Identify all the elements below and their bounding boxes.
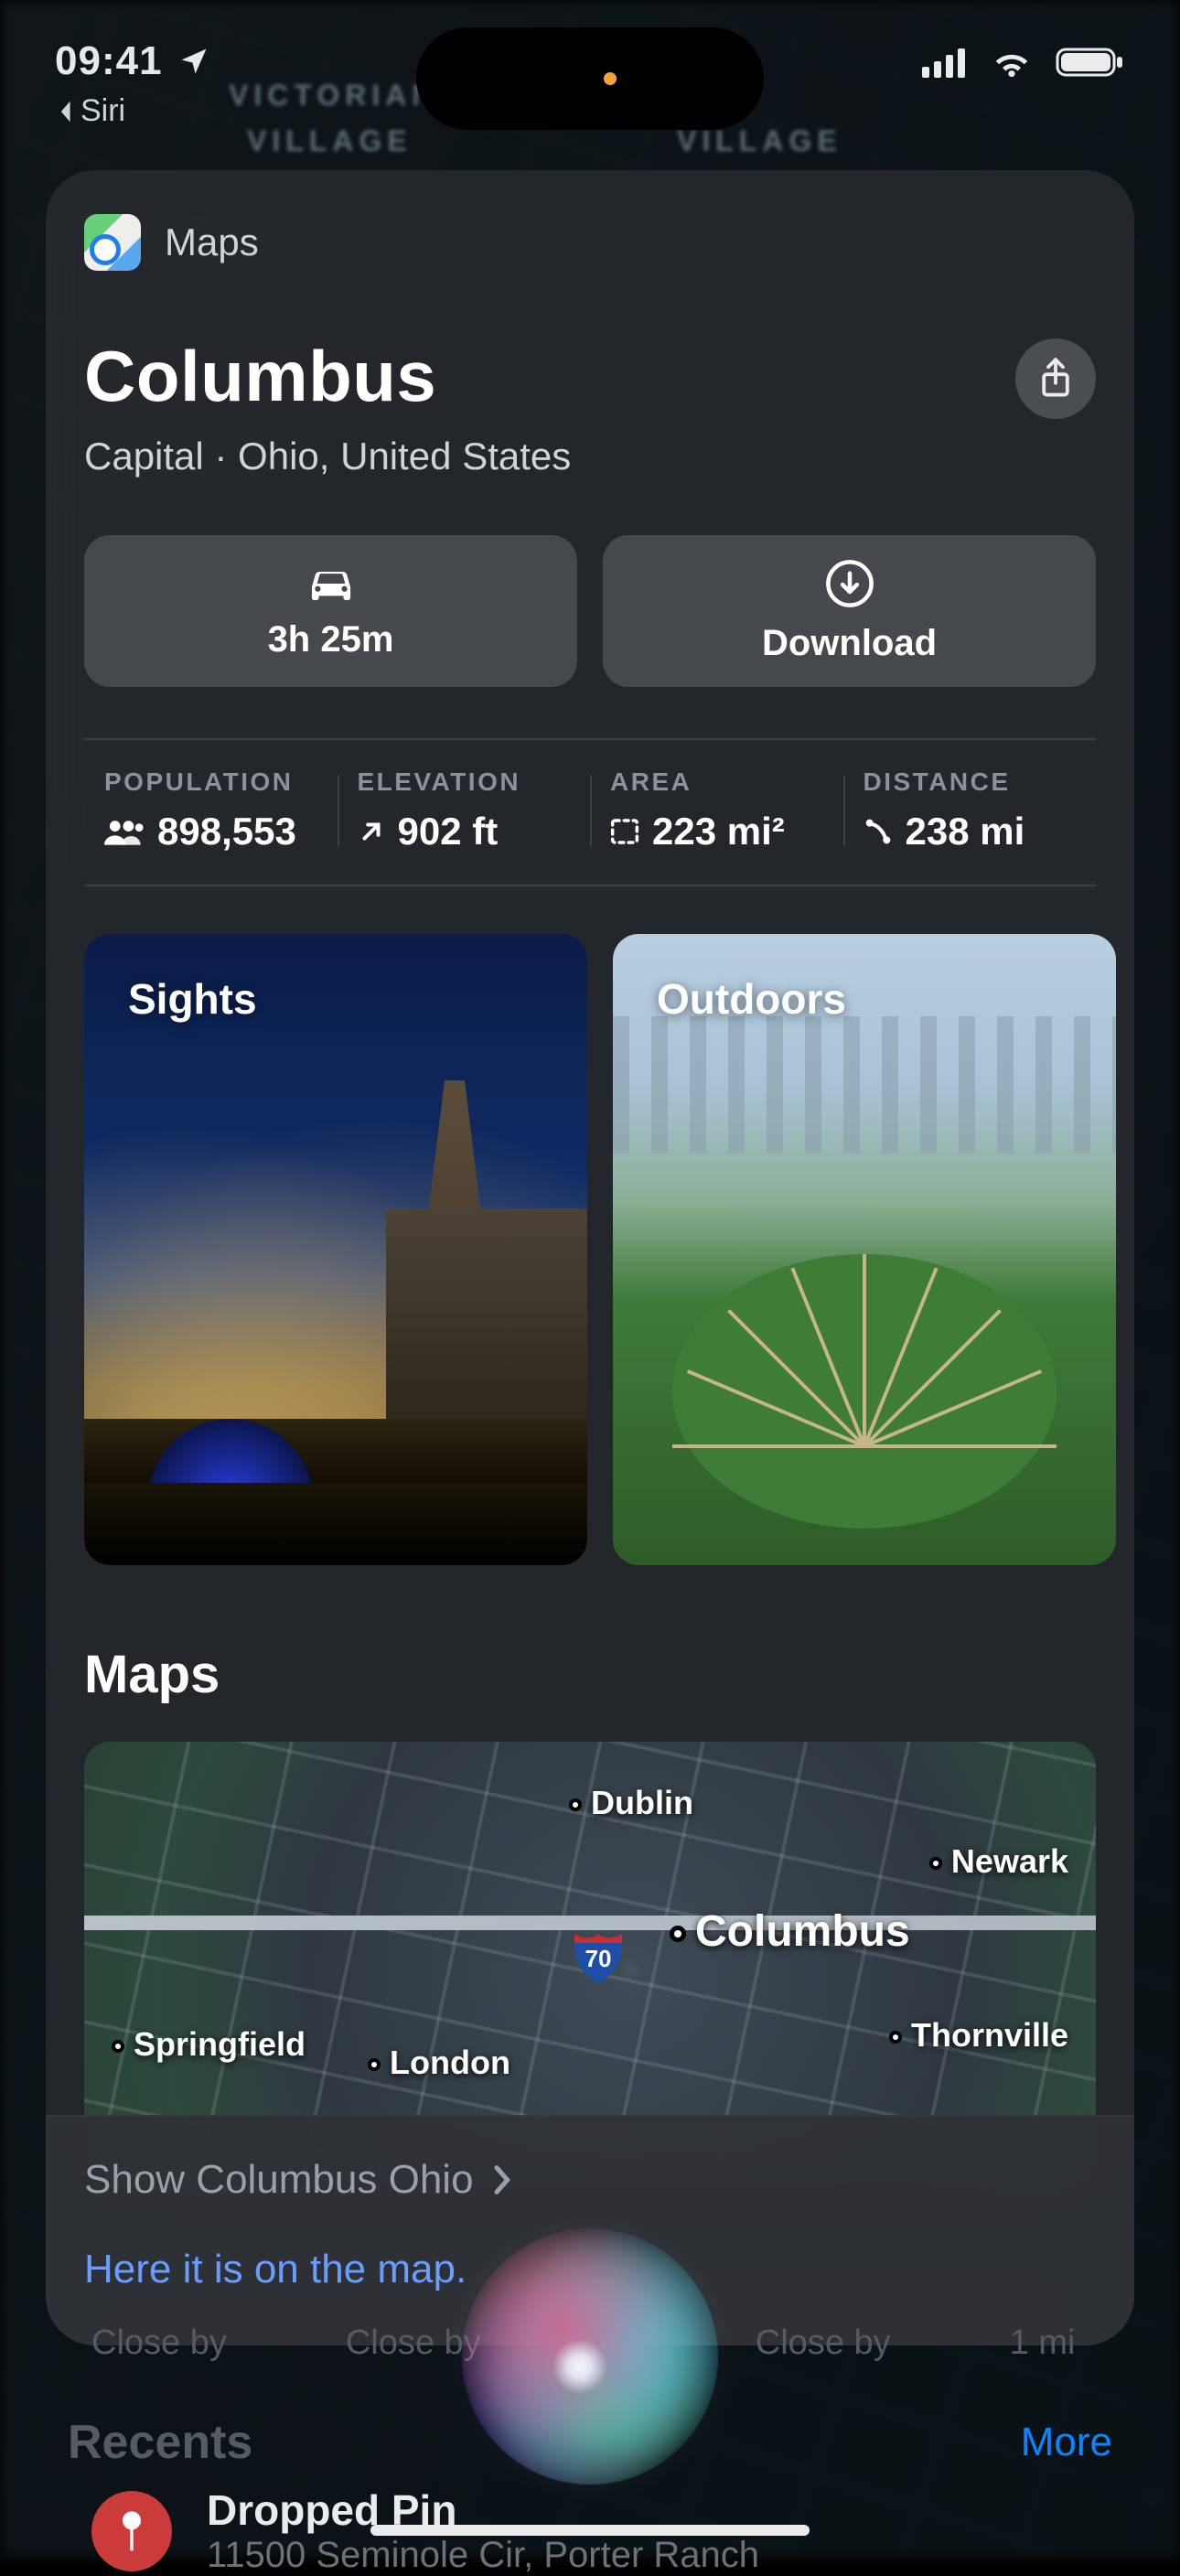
more-button[interactable]: More xyxy=(1021,2420,1112,2465)
arrow-up-right-icon xyxy=(358,818,385,845)
dropped-pin-icon xyxy=(91,2491,172,2571)
route-icon xyxy=(864,817,893,846)
place-title: Columbus xyxy=(84,335,571,418)
source-app-row[interactable]: Maps xyxy=(84,214,1096,271)
recents-heading: Recents xyxy=(68,2415,252,2470)
place-subtitle: Capital · Ohio, United States xyxy=(84,435,571,478)
stat-value: 898,553 xyxy=(157,810,296,853)
home-indicator[interactable] xyxy=(370,2525,810,2536)
area-square-icon xyxy=(610,818,639,845)
maps-section-heading: Maps xyxy=(84,1644,1134,1705)
breadcrumb-back[interactable]: Siri xyxy=(55,93,210,129)
guide-card-sights[interactable]: Sights xyxy=(84,934,587,1565)
guide-title: Outdoors xyxy=(657,974,846,1024)
stat-distance: DISTANCE 238 mi xyxy=(843,767,1097,853)
siri-user-command[interactable]: Show Columbus Ohio xyxy=(84,2157,1096,2203)
stat-heading: POPULATION xyxy=(104,767,317,797)
stat-value: 902 ft xyxy=(398,810,499,853)
download-circle-icon xyxy=(825,559,874,608)
location-arrow-icon xyxy=(177,45,210,78)
stat-population: POPULATION 898,553 xyxy=(84,767,338,853)
map-city-label: Springfield xyxy=(112,2025,306,2064)
guide-card-outdoors[interactable]: Outdoors xyxy=(613,934,1116,1565)
map-city-label: London xyxy=(368,2044,510,2082)
directions-eta: 3h 25m xyxy=(268,619,394,660)
map-city-label: Newark xyxy=(929,1842,1068,1881)
recent-subtitle: 11500 Seminole Cir, Porter Ranch xyxy=(207,2535,759,2576)
battery-icon xyxy=(1056,46,1125,79)
interstate-shield-icon: 70 xyxy=(569,1925,628,1983)
stat-heading: AREA xyxy=(610,767,823,797)
stat-value: 238 mi xyxy=(906,810,1025,853)
dynamic-island xyxy=(416,27,764,130)
maps-app-icon xyxy=(84,214,141,271)
download-label: Download xyxy=(762,623,937,664)
stat-value: 223 mi² xyxy=(652,810,785,853)
wifi-icon xyxy=(990,47,1034,78)
directions-button[interactable]: 3h 25m xyxy=(84,535,577,687)
guide-title: Sights xyxy=(128,974,257,1024)
car-icon xyxy=(303,563,359,605)
siri-orb[interactable] xyxy=(462,2228,718,2485)
people-icon xyxy=(104,818,145,845)
siri-command-text: Show Columbus Ohio xyxy=(84,2157,474,2203)
status-time: 09:41 xyxy=(55,38,163,84)
cellular-icon xyxy=(922,47,968,78)
back-label: Siri xyxy=(80,93,125,129)
stat-elevation: ELEVATION 902 ft xyxy=(338,767,591,853)
stat-area: AREA 223 mi² xyxy=(590,767,843,853)
share-button[interactable] xyxy=(1015,338,1096,419)
place-card: Maps Columbus Capital · Ohio, United Sta… xyxy=(46,170,1134,2345)
map-city-label: Columbus xyxy=(670,1906,910,1957)
stat-heading: DISTANCE xyxy=(864,767,1077,797)
stat-heading: ELEVATION xyxy=(358,767,571,797)
guides-scroller[interactable]: Sights Outdoors Ar xyxy=(84,934,1134,1565)
map-city-label: Thornville xyxy=(889,2016,1068,2055)
map-city-label: Dublin xyxy=(569,1784,693,1822)
svg-text:70: 70 xyxy=(585,1945,612,1972)
download-button[interactable]: Download xyxy=(603,535,1096,687)
stats-row: POPULATION 898,553 ELEVATION 902 ft xyxy=(84,738,1096,886)
source-app-name: Maps xyxy=(165,220,259,264)
